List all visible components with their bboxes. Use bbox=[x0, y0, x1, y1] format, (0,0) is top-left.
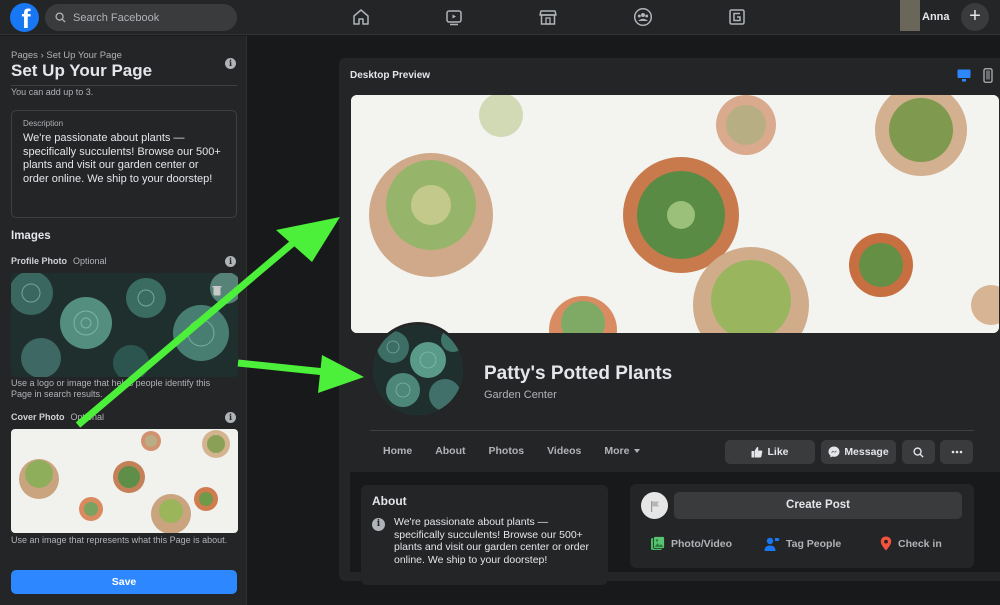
save-button[interactable]: Save bbox=[11, 570, 237, 594]
info-icon[interactable]: i bbox=[225, 256, 236, 267]
page-avatar bbox=[641, 492, 668, 519]
message-label: Message bbox=[844, 446, 889, 458]
facebook-logo-glyph: f bbox=[21, 4, 31, 33]
flag-icon bbox=[650, 500, 659, 512]
search-input[interactable]: Search Facebook bbox=[45, 4, 237, 31]
optional-tag: Optional bbox=[73, 256, 107, 266]
create-post-card: Create Post Photo/Video Tag People Check… bbox=[630, 484, 974, 568]
profile-photo-upload[interactable] bbox=[11, 273, 238, 377]
nav-marketplace[interactable] bbox=[536, 6, 560, 28]
cover-photo-upload[interactable] bbox=[11, 429, 238, 533]
search-page-button[interactable] bbox=[902, 440, 935, 464]
optional-tag: Optional bbox=[70, 412, 105, 422]
description-label: Description bbox=[23, 119, 64, 128]
watch-icon bbox=[446, 10, 462, 26]
gaming-icon bbox=[729, 9, 745, 25]
cover-photo-title: Cover Photo bbox=[11, 412, 65, 422]
page-limit-note: You can add up to 3. bbox=[11, 87, 94, 97]
groups-icon bbox=[633, 7, 653, 27]
like-label: Like bbox=[767, 446, 789, 458]
more-options-button[interactable] bbox=[940, 440, 973, 464]
tab-videos[interactable]: Videos bbox=[547, 445, 581, 457]
divider bbox=[370, 430, 974, 431]
profile-photo-help: Use a logo or image that helps people id… bbox=[11, 378, 211, 399]
photo-video-label: Photo/Video bbox=[671, 537, 733, 550]
create-button[interactable]: + bbox=[961, 3, 989, 31]
tab-more[interactable]: More bbox=[604, 445, 641, 457]
tab-about[interactable]: About bbox=[435, 445, 465, 457]
info-icon: i bbox=[372, 518, 385, 531]
tab-label: About bbox=[435, 445, 466, 457]
about-text: We're passionate about plants — specific… bbox=[394, 516, 589, 566]
images-heading: Images bbox=[11, 230, 51, 242]
thumbs-up-icon bbox=[751, 446, 763, 458]
create-post-button[interactable]: Create Post bbox=[674, 492, 962, 519]
like-button[interactable]: Like bbox=[725, 440, 815, 464]
more-dots-icon bbox=[951, 450, 962, 454]
description-value[interactable]: We're passionate about plants — specific… bbox=[23, 132, 225, 186]
profile-photo-label: Profile Photo Optional bbox=[11, 256, 107, 266]
succulent-cover-image bbox=[351, 95, 999, 333]
cover-photo-label: Cover Photo Optional bbox=[11, 412, 104, 422]
setup-sidebar: Pages › Set Up Your Page Set Up Your Pag… bbox=[0, 36, 247, 605]
page-category: Garden Center bbox=[484, 389, 557, 401]
profile-picture-preview bbox=[370, 322, 466, 418]
succulent-profile-image bbox=[11, 273, 238, 377]
check-in-label: Check in bbox=[898, 537, 942, 550]
user-name[interactable]: Anna bbox=[922, 11, 950, 23]
tag-people-button[interactable]: Tag People bbox=[764, 536, 841, 552]
search-placeholder: Search Facebook bbox=[73, 11, 160, 24]
trash-icon[interactable] bbox=[212, 285, 222, 296]
nav-watch[interactable] bbox=[442, 6, 466, 28]
tab-label: Home bbox=[383, 445, 413, 457]
about-card: About i We're passionate about plants — … bbox=[361, 485, 608, 585]
succulent-cover-thumbnail bbox=[11, 429, 238, 533]
mobile-icon[interactable] bbox=[983, 68, 993, 83]
desktop-icon[interactable] bbox=[957, 69, 971, 82]
tag-people-label: Tag People bbox=[786, 538, 842, 550]
divider bbox=[11, 85, 237, 86]
search-icon bbox=[55, 12, 66, 23]
caret-down-icon bbox=[634, 449, 641, 453]
breadcrumb[interactable]: Pages › Set Up Your Page bbox=[11, 50, 122, 61]
preview-title: Desktop Preview bbox=[350, 70, 431, 81]
cover-photo-help: Use an image that represents what this P… bbox=[11, 535, 228, 545]
photo-video-icon bbox=[651, 536, 665, 550]
search-icon bbox=[913, 446, 924, 458]
facebook-logo[interactable]: f bbox=[10, 3, 39, 32]
nav-gaming[interactable] bbox=[725, 6, 749, 28]
tab-label: Photos bbox=[488, 445, 525, 457]
top-navigation-bar: f Search Facebook Anna + bbox=[0, 0, 1000, 35]
info-icon[interactable]: i bbox=[225, 412, 236, 423]
marketplace-icon bbox=[539, 10, 557, 25]
succulent-profile-image bbox=[373, 325, 463, 415]
info-icon[interactable]: i bbox=[225, 58, 236, 69]
description-field[interactable]: Description We're passionate about plant… bbox=[11, 110, 237, 218]
message-button[interactable]: Message bbox=[821, 440, 896, 464]
nav-groups[interactable] bbox=[631, 6, 655, 28]
profile-photo-title: Profile Photo bbox=[11, 256, 67, 266]
messenger-icon bbox=[828, 446, 840, 458]
desktop-preview-panel: Desktop Preview Patty's Potted Plants Ga… bbox=[339, 58, 1000, 585]
nav-home[interactable] bbox=[349, 6, 373, 28]
tab-label: Videos bbox=[547, 445, 582, 457]
page-tabs: Home About Photos Videos More bbox=[383, 445, 663, 457]
home-icon bbox=[353, 9, 369, 25]
page-name: Patty's Potted Plants bbox=[484, 363, 673, 384]
page-title: Set Up Your Page bbox=[11, 61, 153, 80]
photo-video-button[interactable]: Photo/Video bbox=[650, 536, 732, 551]
location-pin-icon bbox=[880, 536, 892, 551]
tab-photos[interactable]: Photos bbox=[489, 445, 525, 457]
tag-people-icon bbox=[764, 537, 780, 551]
tab-home[interactable]: Home bbox=[383, 445, 412, 457]
tab-label: More bbox=[604, 445, 630, 457]
user-avatar[interactable] bbox=[900, 0, 920, 31]
cover-photo-preview bbox=[351, 95, 999, 333]
about-heading: About bbox=[372, 494, 407, 508]
check-in-button[interactable]: Check in bbox=[880, 536, 942, 551]
